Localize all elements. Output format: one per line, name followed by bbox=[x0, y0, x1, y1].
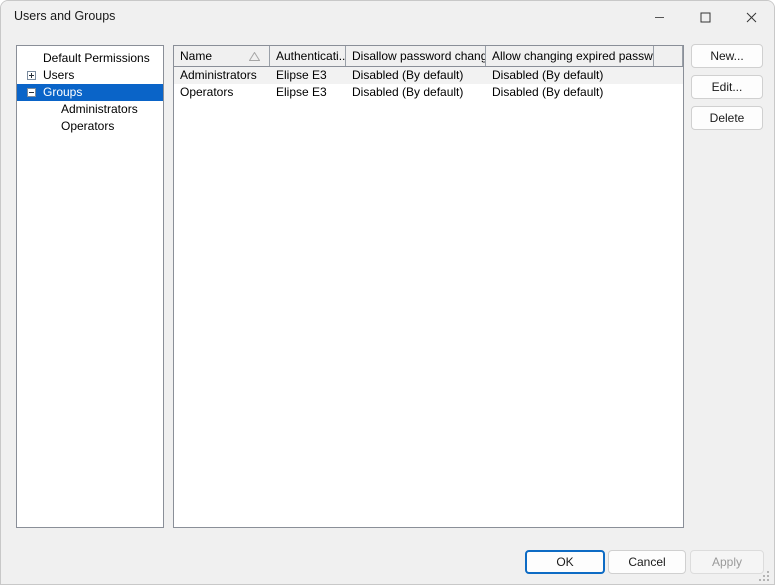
column-header-label: Allow changing expired password bbox=[492, 49, 654, 63]
tree-item-label: Default Permissions bbox=[43, 50, 150, 67]
table-cell: Disabled (By default) bbox=[486, 84, 654, 101]
minimize-button[interactable] bbox=[636, 1, 682, 33]
edit-button[interactable]: Edit... bbox=[691, 75, 763, 99]
table-row[interactable]: OperatorsElipse E3Disabled (By default)D… bbox=[174, 84, 683, 101]
grip-dot bbox=[767, 579, 769, 581]
table-cell: Disabled (By default) bbox=[346, 67, 486, 84]
table-cell: Elipse E3 bbox=[270, 67, 346, 84]
tree-item-label: Operators bbox=[61, 118, 114, 135]
grip-dot bbox=[759, 579, 761, 581]
users-and-groups-dialog: Users and Groups D bbox=[0, 0, 775, 585]
grip-dot bbox=[763, 575, 765, 577]
groups-list[interactable]: Name Authenticati... Disallow password cha… bbox=[173, 45, 684, 528]
column-header-label: Disallow password change bbox=[352, 49, 486, 63]
grip-dot bbox=[767, 575, 769, 577]
table-cell: Disabled (By default) bbox=[486, 67, 654, 84]
collapse-icon[interactable] bbox=[27, 88, 36, 97]
column-header-allow-changing-expired-password[interactable]: Allow changing expired password bbox=[486, 46, 654, 66]
tree-item-administrators[interactable]: Administrators bbox=[17, 101, 163, 118]
apply-button: Apply bbox=[690, 550, 764, 574]
close-button[interactable] bbox=[728, 1, 774, 33]
list-body: AdministratorsElipse E3Disabled (By defa… bbox=[174, 67, 683, 101]
sort-ascending-icon bbox=[249, 52, 259, 60]
tree-item-default-permissions[interactable]: Default Permissions bbox=[17, 50, 163, 67]
tree-item-label: Groups bbox=[43, 84, 82, 101]
tree-item-operators[interactable]: Operators bbox=[17, 118, 163, 135]
maximize-button[interactable] bbox=[682, 1, 728, 33]
tree-item-groups[interactable]: Groups bbox=[17, 84, 163, 101]
delete-button[interactable]: Delete bbox=[691, 106, 763, 130]
table-cell: Operators bbox=[174, 84, 270, 101]
title-bar: Users and Groups bbox=[1, 1, 774, 33]
column-header-label: Authenticati... bbox=[276, 49, 346, 63]
grip-dot bbox=[767, 571, 769, 573]
column-header-label: Name bbox=[180, 49, 212, 63]
cancel-button[interactable]: Cancel bbox=[608, 550, 686, 574]
resize-grip[interactable] bbox=[759, 569, 771, 581]
close-icon bbox=[746, 12, 757, 23]
column-header-filler[interactable] bbox=[654, 46, 683, 66]
expand-icon[interactable] bbox=[27, 71, 36, 80]
maximize-icon bbox=[700, 12, 711, 23]
tree-item-users[interactable]: Users bbox=[17, 67, 163, 84]
column-header-authenticati[interactable]: Authenticati... bbox=[270, 46, 346, 66]
column-header-disallow-password-change[interactable]: Disallow password change bbox=[346, 46, 486, 66]
list-header-row: Name Authenticati... Disallow password cha… bbox=[174, 46, 683, 67]
new-button[interactable]: New... bbox=[691, 44, 763, 68]
table-row[interactable]: AdministratorsElipse E3Disabled (By defa… bbox=[174, 67, 683, 84]
table-cell: Administrators bbox=[174, 67, 270, 84]
table-cell: Disabled (By default) bbox=[346, 84, 486, 101]
ok-button[interactable]: OK bbox=[525, 550, 605, 574]
tree-item-label: Users bbox=[43, 67, 74, 84]
grip-dot bbox=[763, 579, 765, 581]
tree-item-label: Administrators bbox=[61, 101, 138, 118]
table-cell: Elipse E3 bbox=[270, 84, 346, 101]
column-header-name[interactable]: Name bbox=[174, 46, 270, 66]
minimize-icon bbox=[654, 12, 665, 23]
window-title: Users and Groups bbox=[14, 9, 115, 23]
groups-tree[interactable]: Default PermissionsUsersGroupsAdministra… bbox=[16, 45, 164, 528]
